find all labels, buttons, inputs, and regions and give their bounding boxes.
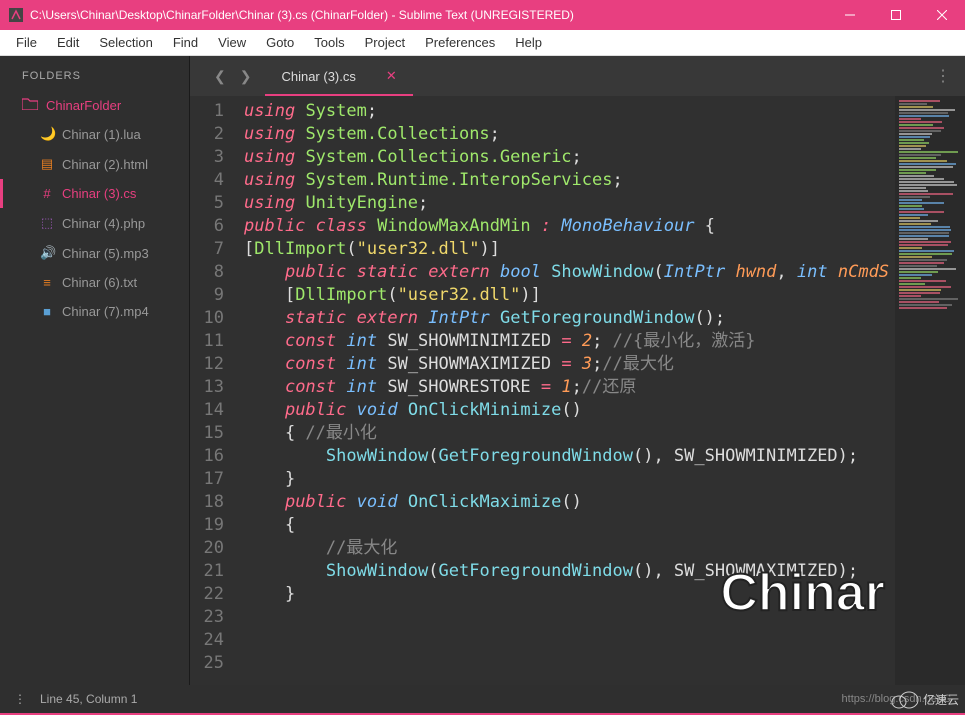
menubar: FileEditSelectionFindViewGotoToolsProjec… <box>0 30 965 56</box>
window-controls <box>827 0 965 30</box>
file-item[interactable]: 🔊 Chinar (5).mp3 <box>0 238 189 268</box>
tab-close-icon[interactable]: ✕ <box>386 68 397 84</box>
file-item[interactable]: ■ Chinar (7).mp4 <box>0 297 189 326</box>
file-label: Chinar (1).lua <box>62 127 141 142</box>
file-icon: ▤ <box>40 156 54 172</box>
menu-view[interactable]: View <box>208 32 256 53</box>
file-label: Chinar (2).html <box>62 157 148 172</box>
tab-label: Chinar (3).cs <box>281 69 355 84</box>
file-item[interactable]: # Chinar (3).cs <box>0 179 189 208</box>
line-gutter: 1234567891011121314151617181920212223242… <box>190 96 238 685</box>
menu-preferences[interactable]: Preferences <box>415 32 505 53</box>
tab-bar: ❮ ❯ Chinar (3).cs ✕ ⋮ <box>190 56 965 96</box>
maximize-button[interactable] <box>873 0 919 30</box>
folder-label: ChinarFolder <box>46 98 121 113</box>
menu-tools[interactable]: Tools <box>304 32 354 53</box>
hamburger-icon[interactable]: ⋮ <box>14 692 26 706</box>
nav-forward-icon[interactable]: ❯ <box>240 68 252 85</box>
file-label: Chinar (5).mp3 <box>62 246 149 261</box>
menu-selection[interactable]: Selection <box>89 32 162 53</box>
sidebar: FOLDERS ChinarFolder 🌙 Chinar (1).lua ▤ Chi… <box>0 56 190 685</box>
file-icon: ■ <box>40 304 54 319</box>
folder-icon <box>22 98 38 113</box>
sidebar-header: FOLDERS <box>0 56 189 92</box>
file-item[interactable]: ⬚ Chinar (4).php <box>0 208 189 238</box>
file-label: Chinar (3).cs <box>62 186 136 201</box>
file-label: Chinar (6).txt <box>62 275 137 290</box>
status-url: https://blog.csdn.net/C <box>842 693 951 705</box>
file-icon: # <box>40 186 54 201</box>
cursor-position: Line 45, Column 1 <box>40 692 137 706</box>
close-button[interactable] <box>919 0 965 30</box>
file-item[interactable]: ≡ Chinar (6).txt <box>0 268 189 297</box>
file-item[interactable]: ▤ Chinar (2).html <box>0 149 189 179</box>
menu-find[interactable]: Find <box>163 32 208 53</box>
file-icon: ≡ <box>40 275 54 290</box>
code-content[interactable]: using System;using System.Collections;us… <box>238 96 895 685</box>
menu-help[interactable]: Help <box>505 32 552 53</box>
titlebar: C:\Users\Chinar\Desktop\ChinarFolder\Chi… <box>0 0 965 30</box>
tab-overflow-icon[interactable]: ⋮ <box>935 66 951 86</box>
folder-root[interactable]: ChinarFolder <box>0 92 189 119</box>
menu-project[interactable]: Project <box>355 32 415 53</box>
file-icon: ⬚ <box>40 215 54 231</box>
file-label: Chinar (7).mp4 <box>62 304 149 319</box>
menu-edit[interactable]: Edit <box>47 32 89 53</box>
menu-file[interactable]: File <box>6 32 47 53</box>
minimap[interactable] <box>895 96 965 685</box>
editor-area: ❮ ❯ Chinar (3).cs ✕ ⋮ 123456789101112131… <box>190 56 965 685</box>
window-title: C:\Users\Chinar\Desktop\ChinarFolder\Chi… <box>30 8 827 22</box>
code-editor[interactable]: 1234567891011121314151617181920212223242… <box>190 96 965 685</box>
main-area: FOLDERS ChinarFolder 🌙 Chinar (1).lua ▤ Chi… <box>0 56 965 685</box>
file-label: Chinar (4).php <box>62 216 145 231</box>
menu-goto[interactable]: Goto <box>256 32 304 53</box>
file-item[interactable]: 🌙 Chinar (1).lua <box>0 119 189 149</box>
file-icon: 🌙 <box>40 126 54 142</box>
app-icon <box>8 7 24 23</box>
nav-back-icon[interactable]: ❮ <box>214 68 226 85</box>
file-icon: 🔊 <box>40 245 54 261</box>
statusbar: ⋮ Line 45, Column 1 https://blog.csdn.ne… <box>0 685 965 713</box>
tab-active[interactable]: Chinar (3).cs ✕ <box>265 56 412 96</box>
minimize-button[interactable] <box>827 0 873 30</box>
